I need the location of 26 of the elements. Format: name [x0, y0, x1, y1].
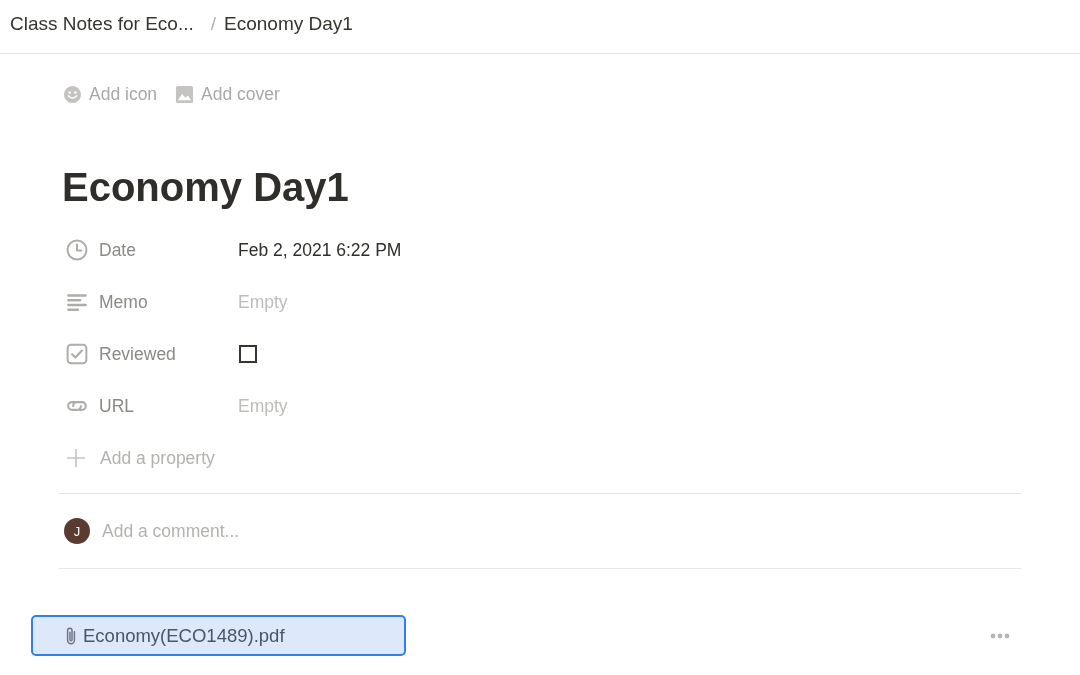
checkbox[interactable] — [239, 345, 257, 363]
page-action-button[interactable]: Add icon — [61, 81, 160, 107]
date-value[interactable]: Feb 2, 2021 6:22 PM — [238, 239, 402, 261]
image-icon — [175, 84, 195, 104]
property-value-field[interactable]: Empty — [238, 291, 288, 313]
plus-icon — [66, 448, 86, 468]
page-title: Economy Day1 — [62, 164, 350, 211]
smiley-icon — [63, 84, 82, 104]
property-value-field[interactable]: Empty — [238, 395, 288, 417]
property-name[interactable]: Memo — [59, 291, 238, 313]
file-name: Economy(ECO1489).pdf — [83, 624, 285, 647]
page-action-button[interactable]: Add cover — [173, 81, 282, 107]
avatar-icon: J — [64, 518, 90, 544]
property-name[interactable]: Reviewed — [59, 343, 238, 365]
file-attachment[interactable]: Economy(ECO1489).pdf — [31, 615, 406, 656]
breadcrumb-separator: / — [210, 12, 216, 35]
add-property-button[interactable]: Add a property — [59, 432, 215, 484]
breadcrumb-link[interactable]: Class Notes for Eco... — [10, 12, 194, 35]
comment-input[interactable]: Add a comment... — [102, 520, 402, 542]
breadcrumb-link[interactable]: Economy Day1 — [224, 12, 353, 35]
text-lines-icon — [66, 291, 88, 313]
ellipsis-icon — [990, 632, 1010, 639]
clock-icon — [66, 239, 88, 261]
property-name[interactable]: URL — [59, 395, 238, 417]
property-name[interactable]: Date — [59, 239, 238, 261]
checkbox-icon — [66, 343, 88, 365]
